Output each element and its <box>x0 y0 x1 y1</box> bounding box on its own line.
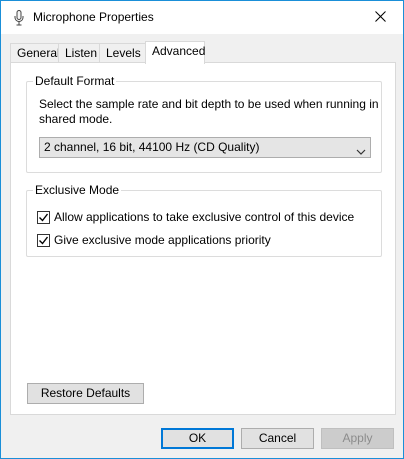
checkmark-icon <box>39 213 49 222</box>
exclusive-priority-checkbox[interactable] <box>37 233 50 247</box>
default-format-group: Default Format Select the sample rate an… <box>26 74 382 173</box>
exclusive-mode-title: Exclusive Mode <box>33 183 122 197</box>
cancel-button[interactable]: Cancel <box>241 428 314 449</box>
close-button[interactable] <box>357 1 403 34</box>
close-icon <box>374 10 386 25</box>
apply-button[interactable]: Apply <box>321 428 394 449</box>
tab-listen[interactable]: Listen <box>58 43 100 63</box>
exclusive-control-label: Allow applications to take exclusive con… <box>54 210 355 224</box>
format-select[interactable]: 2 channel, 16 bit, 44100 Hz (CD Quality) <box>39 137 371 158</box>
restore-defaults-button[interactable]: Restore Defaults <box>27 383 144 404</box>
default-format-title: Default Format <box>33 74 117 88</box>
exclusive-priority-option[interactable]: Give exclusive mode applications priorit… <box>37 232 271 248</box>
chevron-down-icon <box>356 143 366 155</box>
format-select-value: 2 channel, 16 bit, 44100 Hz (CD Quality) <box>44 140 260 154</box>
default-format-description: Select the sample rate and bit depth to … <box>39 97 379 126</box>
tab-panel-advanced: Default Format Select the sample rate an… <box>10 62 396 415</box>
checkmark-icon <box>39 236 49 245</box>
ok-button[interactable]: OK <box>161 428 234 449</box>
title-bar: Microphone Properties <box>1 1 403 34</box>
window-title: Microphone Properties <box>33 10 154 24</box>
tab-advanced[interactable]: Advanced <box>145 41 205 64</box>
tab-levels[interactable]: Levels <box>99 43 146 63</box>
exclusive-control-checkbox[interactable] <box>37 210 50 224</box>
properties-dialog: Microphone Properties General Listen Lev… <box>0 0 404 459</box>
exclusive-mode-group: Exclusive Mode Allow applications to tak… <box>26 183 382 257</box>
microphone-icon <box>14 10 24 26</box>
exclusive-control-option[interactable]: Allow applications to take exclusive con… <box>37 209 354 225</box>
exclusive-priority-label: Give exclusive mode applications priorit… <box>54 233 271 247</box>
tab-general[interactable]: General <box>10 43 60 63</box>
